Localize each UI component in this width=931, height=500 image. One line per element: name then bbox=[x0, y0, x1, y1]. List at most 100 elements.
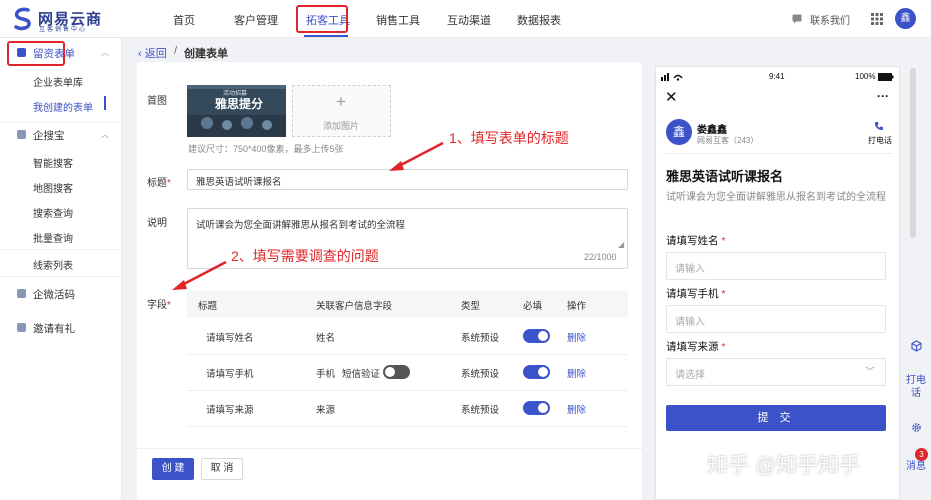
search-icon bbox=[17, 130, 26, 139]
create-button[interactable]: 创 建 bbox=[152, 458, 194, 480]
sidebar-group-company-search[interactable]: 企搜宝 bbox=[33, 128, 65, 143]
required-toggle[interactable] bbox=[523, 401, 550, 415]
float-call-button[interactable]: 打电话 bbox=[905, 374, 927, 400]
chat-icon[interactable] bbox=[792, 14, 802, 24]
annotation-fill-title: 1、填写表单的标题 bbox=[449, 130, 569, 146]
chevron-up-icon[interactable]: ︿ bbox=[101, 129, 109, 140]
preview-submit-button[interactable]: 提 交 bbox=[666, 405, 886, 431]
preview-name-input[interactable]: 请输入 bbox=[666, 252, 886, 280]
nav-sales-tools[interactable]: 销售工具 bbox=[376, 12, 420, 28]
contact-us-link[interactable]: 联系我们 bbox=[810, 12, 850, 27]
gear-icon[interactable] bbox=[911, 422, 922, 433]
resize-handle-icon[interactable]: ◢ bbox=[618, 240, 624, 249]
chevron-up-icon[interactable]: ︿ bbox=[101, 47, 109, 58]
back-label: 返回 bbox=[144, 48, 167, 60]
sidebar-group-wecom-code[interactable]: 企微活码 bbox=[33, 287, 75, 302]
delete-link[interactable]: 删除 bbox=[567, 402, 586, 416]
status-time: 9:41 bbox=[769, 72, 785, 81]
plus-icon: + bbox=[336, 92, 346, 111]
brand-logo[interactable]: 网易云商 互客销售中心 bbox=[12, 7, 112, 33]
nav-home[interactable]: 首页 bbox=[173, 12, 195, 28]
required-toggle[interactable] bbox=[523, 329, 550, 343]
th-required: 必填 bbox=[523, 301, 543, 312]
preview-question-label: 请填写手机 * bbox=[666, 286, 726, 301]
qrcode-icon bbox=[17, 289, 26, 298]
user-avatar[interactable]: 鑫 bbox=[895, 8, 916, 29]
th-action: 操作 bbox=[567, 301, 587, 312]
sales-name: 娄鑫鑫 bbox=[697, 125, 727, 136]
required-mark: * bbox=[721, 235, 726, 247]
row-linked-field: 手机 bbox=[316, 369, 336, 380]
page-title: 创建表单 bbox=[184, 48, 228, 60]
highlight-box-nav bbox=[296, 5, 348, 33]
preview-form-desc: 试听课会为您全面讲解雅思从报名到考试的全流程 bbox=[666, 192, 886, 203]
th-type: 类型 bbox=[461, 301, 481, 312]
row-type: 系统预设 bbox=[461, 405, 500, 416]
add-image-button[interactable]: + 添加图片 bbox=[292, 85, 391, 137]
sidebar-item-search-query[interactable]: 搜索查询 bbox=[33, 205, 73, 220]
chevron-down-icon[interactable]: ﹀ bbox=[865, 363, 875, 378]
breadcrumb-separator: / bbox=[174, 45, 178, 57]
sidebar-item-batch-query[interactable]: 批量查询 bbox=[33, 230, 73, 245]
call-button-label[interactable]: 打电话 bbox=[868, 135, 892, 146]
annotation-arrow-icon bbox=[389, 141, 444, 171]
back-link[interactable]: ‹ 返回 bbox=[138, 45, 167, 61]
sidebar-item-my-forms[interactable]: 我创建的表单 bbox=[33, 99, 93, 114]
cube-icon[interactable] bbox=[911, 340, 922, 352]
cancel-button[interactable]: 取 消 bbox=[201, 458, 243, 480]
sidebar-item-lead-list[interactable]: 线索列表 bbox=[33, 257, 73, 272]
row-divider bbox=[187, 426, 628, 427]
float-messages-button[interactable]: 消息 bbox=[905, 460, 927, 473]
sales-company: 网易互客（243） bbox=[697, 136, 759, 145]
nav-customers[interactable]: 客户管理 bbox=[234, 12, 278, 28]
top-navbar: 网易云商 互客销售中心 首页 客户管理 拓客工具 销售工具 互动渠道 数据报表 … bbox=[0, 0, 931, 38]
fields-table-header bbox=[187, 290, 628, 318]
sidebar-item-form-library[interactable]: 企业表单库 bbox=[33, 74, 83, 89]
active-item-marker bbox=[104, 96, 106, 110]
sales-avatar: 鑫 bbox=[666, 119, 692, 145]
status-battery: 100% bbox=[855, 72, 876, 81]
active-tab-indicator bbox=[304, 35, 348, 37]
fields-label: 字段* bbox=[147, 296, 171, 311]
fields-label-text: 字段 bbox=[147, 300, 167, 311]
title-label-text: 标题 bbox=[147, 178, 167, 189]
delete-link[interactable]: 删除 bbox=[567, 330, 586, 344]
delete-link[interactable]: 删除 bbox=[567, 366, 586, 380]
required-mark: * bbox=[721, 341, 726, 353]
close-icon[interactable]: ✕ bbox=[665, 88, 678, 106]
image-size-hint: 建议尺寸：750*400像素，最多上传5张 bbox=[188, 144, 344, 154]
preview-phone-input[interactable]: 请输入 bbox=[666, 305, 886, 333]
cover-title: 雅思提分 bbox=[215, 97, 264, 111]
sidebar: 留资表单 ︿ 企业表单库 我创建的表单 企搜宝 ︿ 智能搜客 地图搜客 搜索查询… bbox=[0, 38, 122, 500]
question-text: 请填写手机 bbox=[666, 288, 719, 300]
char-counter: 22/1000 bbox=[584, 252, 617, 262]
sidebar-divider bbox=[0, 122, 122, 123]
cover-label: 首图 bbox=[147, 96, 167, 107]
row-divider bbox=[187, 390, 628, 391]
row-linked-field: 来源 bbox=[316, 405, 336, 416]
phone-icon[interactable] bbox=[874, 121, 884, 131]
brand-tagline: 互客销售中心 bbox=[39, 27, 88, 33]
sidebar-item-map-search[interactable]: 地图搜客 bbox=[33, 180, 73, 195]
apps-grid-icon[interactable] bbox=[871, 13, 883, 25]
cover-image[interactable]: 活动招募 雅思提分 bbox=[187, 85, 286, 137]
toggle-knob bbox=[538, 367, 548, 377]
more-icon[interactable]: ··· bbox=[877, 89, 889, 103]
row-linked-field: 姓名 bbox=[316, 333, 336, 344]
sms-verify-toggle[interactable] bbox=[383, 365, 410, 379]
sidebar-group-invite[interactable]: 邀请有礼 bbox=[33, 321, 75, 336]
toggle-knob bbox=[538, 403, 548, 413]
nav-channels[interactable]: 互动渠道 bbox=[447, 12, 491, 28]
required-mark: * bbox=[167, 300, 171, 311]
sidebar-item-smart-search[interactable]: 智能搜客 bbox=[33, 155, 73, 170]
scrollbar[interactable] bbox=[910, 68, 916, 238]
required-toggle[interactable] bbox=[523, 365, 550, 379]
row-title: 请填写来源 bbox=[206, 405, 254, 416]
nav-reports[interactable]: 数据报表 bbox=[517, 12, 561, 28]
highlight-box-sidebar bbox=[7, 41, 65, 66]
row-type: 系统预设 bbox=[461, 369, 500, 380]
watermark: 知乎 @知乎知乎 bbox=[707, 454, 861, 477]
preview-source-select[interactable]: 请选择 bbox=[666, 358, 886, 386]
toggle-knob bbox=[538, 331, 548, 341]
row-title: 请填写手机 bbox=[206, 369, 254, 380]
